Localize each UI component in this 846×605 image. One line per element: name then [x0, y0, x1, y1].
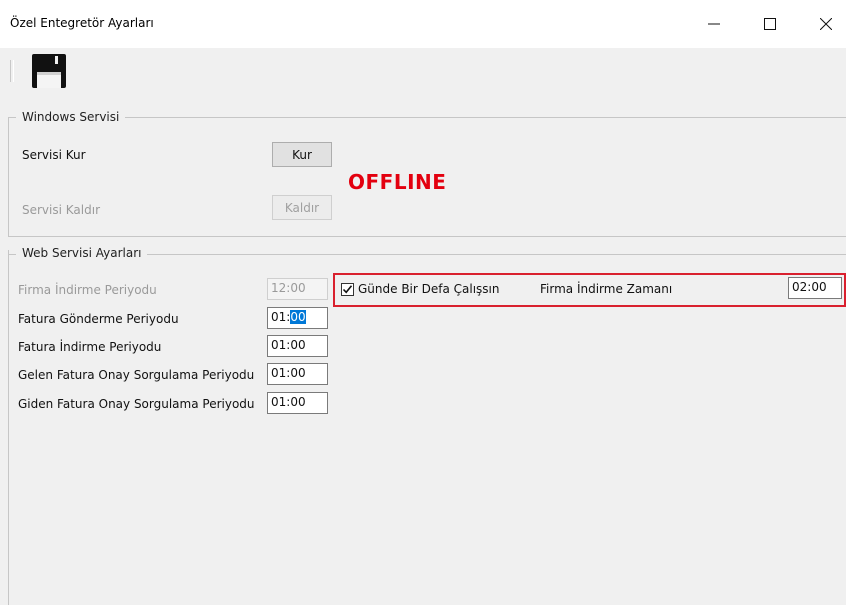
minimize-icon: [708, 23, 720, 25]
close-button[interactable]: [808, 10, 844, 38]
giden-fatura-onay-sorgulama-input[interactable]: 01:00: [267, 392, 328, 414]
gelen-fatura-onay-sorgulama-input[interactable]: 01:00: [267, 363, 328, 385]
fatura-gonderme-periyodu-selection: 00: [290, 310, 306, 324]
web-service-group-left-border: [8, 250, 9, 605]
firma-indirme-zamani-label: Firma İndirme Zamanı: [540, 282, 673, 296]
install-service-button[interactable]: Kur: [272, 142, 332, 167]
firma-indirme-periyodu-input[interactable]: 12:00: [267, 278, 328, 300]
fatura-indirme-periyodu-input[interactable]: 01:00: [267, 335, 328, 357]
service-status: OFFLINE: [348, 170, 447, 194]
web-service-legend: Web Servisi Ayarları: [16, 246, 148, 260]
install-service-label: Servisi Kur: [22, 148, 86, 162]
uninstall-service-button[interactable]: Kaldır: [272, 195, 332, 220]
windows-service-legend: Windows Servisi: [16, 110, 126, 124]
firma-indirme-periyodu-label: Firma İndirme Periyodu: [18, 283, 157, 297]
maximize-button[interactable]: [752, 10, 788, 38]
gelen-fatura-onay-sorgulama-label: Gelen Fatura Onay Sorgulama Periyodu: [18, 368, 255, 382]
window-title: Özel Entegretör Ayarları: [10, 16, 154, 30]
fatura-gonderme-periyodu-value: 01:: [271, 310, 291, 324]
close-icon: [820, 18, 832, 30]
fatura-gonderme-periyodu-label: Fatura Gönderme Periyodu: [18, 312, 179, 326]
fatura-indirme-periyodu-label: Fatura İndirme Periyodu: [18, 340, 162, 354]
giden-fatura-onay-sorgulama-label: Giden Fatura Onay Sorgulama Periyodu: [18, 397, 255, 411]
toolbar-grip[interactable]: [10, 60, 14, 82]
minimize-button[interactable]: [696, 10, 732, 38]
once-a-day-checkbox[interactable]: [341, 283, 354, 296]
checkmark-icon: [342, 285, 353, 294]
uninstall-service-label: Servisi Kaldır: [22, 203, 100, 217]
fatura-gonderme-periyodu-input[interactable]: 01:00: [267, 307, 328, 329]
maximize-icon: [764, 18, 776, 30]
firma-indirme-zamani-input[interactable]: 02:00: [788, 277, 842, 299]
save-button[interactable]: [30, 52, 68, 90]
floppy-disk-icon: [32, 54, 66, 88]
once-a-day-label[interactable]: Günde Bir Defa Çalışsın: [358, 282, 500, 296]
